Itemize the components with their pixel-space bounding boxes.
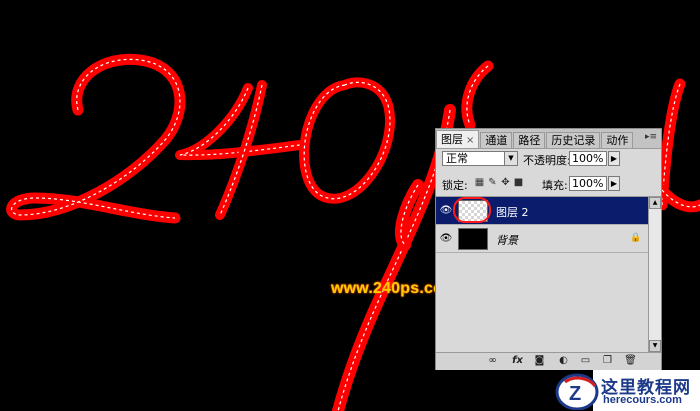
blend-mode-value: 正常	[446, 152, 468, 165]
lock-label: 锁定:	[442, 179, 468, 192]
fill-slider-arrow-icon[interactable]: ▶	[608, 176, 620, 191]
chevron-down-icon[interactable]: ▼	[504, 152, 517, 165]
opacity-slider-arrow-icon[interactable]: ▶	[608, 151, 620, 166]
script-digit-0	[299, 77, 395, 204]
layers-panel: 图层 × 通道 路径 历史记录 动作 ▸≡ 正常 ▼ 不透明度: 100% ▶ 锁…	[435, 128, 662, 370]
trash-icon[interactable]: 🗑	[624, 355, 637, 367]
tab-history[interactable]: 历史记录	[546, 132, 601, 148]
logo-emblem-icon: Z	[555, 373, 599, 410]
blend-mode-select[interactable]: 正常 ▼	[442, 151, 518, 166]
site-logo: Z 这里教程网 herecours.com	[553, 370, 700, 411]
adjustment-layer-icon[interactable]: ◐	[557, 355, 570, 367]
close-icon[interactable]: ×	[466, 135, 474, 146]
highlight-circle	[453, 197, 491, 223]
opacity-label: 不透明度:	[523, 154, 571, 167]
logo-subtitle: herecours.com	[603, 394, 682, 406]
new-group-icon[interactable]: ▭	[579, 355, 592, 367]
eye-icon[interactable]: 👁	[439, 233, 453, 245]
layers-list: 👁 图层 2 👁 背景 🔒	[436, 197, 648, 352]
lock-image-icon[interactable]: ✎	[487, 177, 498, 188]
fx-icon[interactable]: fx	[511, 355, 524, 367]
eye-icon[interactable]: 👁	[439, 205, 453, 217]
add-mask-icon[interactable]: ◙	[533, 355, 546, 367]
layer-thumbnail[interactable]	[458, 228, 488, 250]
svg-text:Z: Z	[569, 383, 581, 405]
lock-icon: 🔒	[630, 233, 642, 243]
link-layers-icon[interactable]: ∞	[486, 355, 499, 367]
lock-transparent-icon[interactable]: ▦	[474, 177, 485, 188]
tab-paths[interactable]: 路径	[513, 132, 546, 148]
tab-label: 图层	[441, 133, 463, 146]
layer-row-background[interactable]: 👁 背景 🔒	[436, 225, 648, 253]
script-letter-p	[332, 104, 456, 411]
new-layer-icon[interactable]: ❐	[601, 355, 614, 367]
layers-scrollbar[interactable]: ▲ ▼	[648, 197, 661, 352]
lock-all-icon[interactable]: ■	[513, 177, 524, 188]
panel-menu-icon[interactable]: ▸≡	[645, 132, 657, 142]
scroll-down-icon[interactable]: ▼	[649, 340, 661, 352]
fill-input[interactable]: 100%	[569, 176, 607, 191]
layer-row-layer-2[interactable]: 👁 图层 2	[436, 197, 648, 225]
tab-actions[interactable]: 动作	[601, 132, 634, 148]
scroll-up-icon[interactable]: ▲	[649, 197, 661, 209]
script-digit-2	[6, 53, 186, 224]
tab-channels[interactable]: 通道	[480, 132, 513, 148]
layer-name[interactable]: 图层 2	[496, 204, 529, 220]
layers-toolbar: ∞ fx ◙ ◐ ▭ ❐ 🗑	[436, 352, 661, 370]
opacity-input[interactable]: 100%	[569, 151, 607, 166]
panel-tabs: 图层 × 通道 路径 历史记录 动作	[436, 129, 661, 149]
script-digit-4	[175, 80, 305, 220]
layer-name[interactable]: 背景	[496, 232, 518, 248]
tab-layers[interactable]: 图层 ×	[436, 130, 480, 148]
lock-position-icon[interactable]: ✥	[500, 177, 511, 188]
fill-label: 填充:	[542, 179, 568, 192]
